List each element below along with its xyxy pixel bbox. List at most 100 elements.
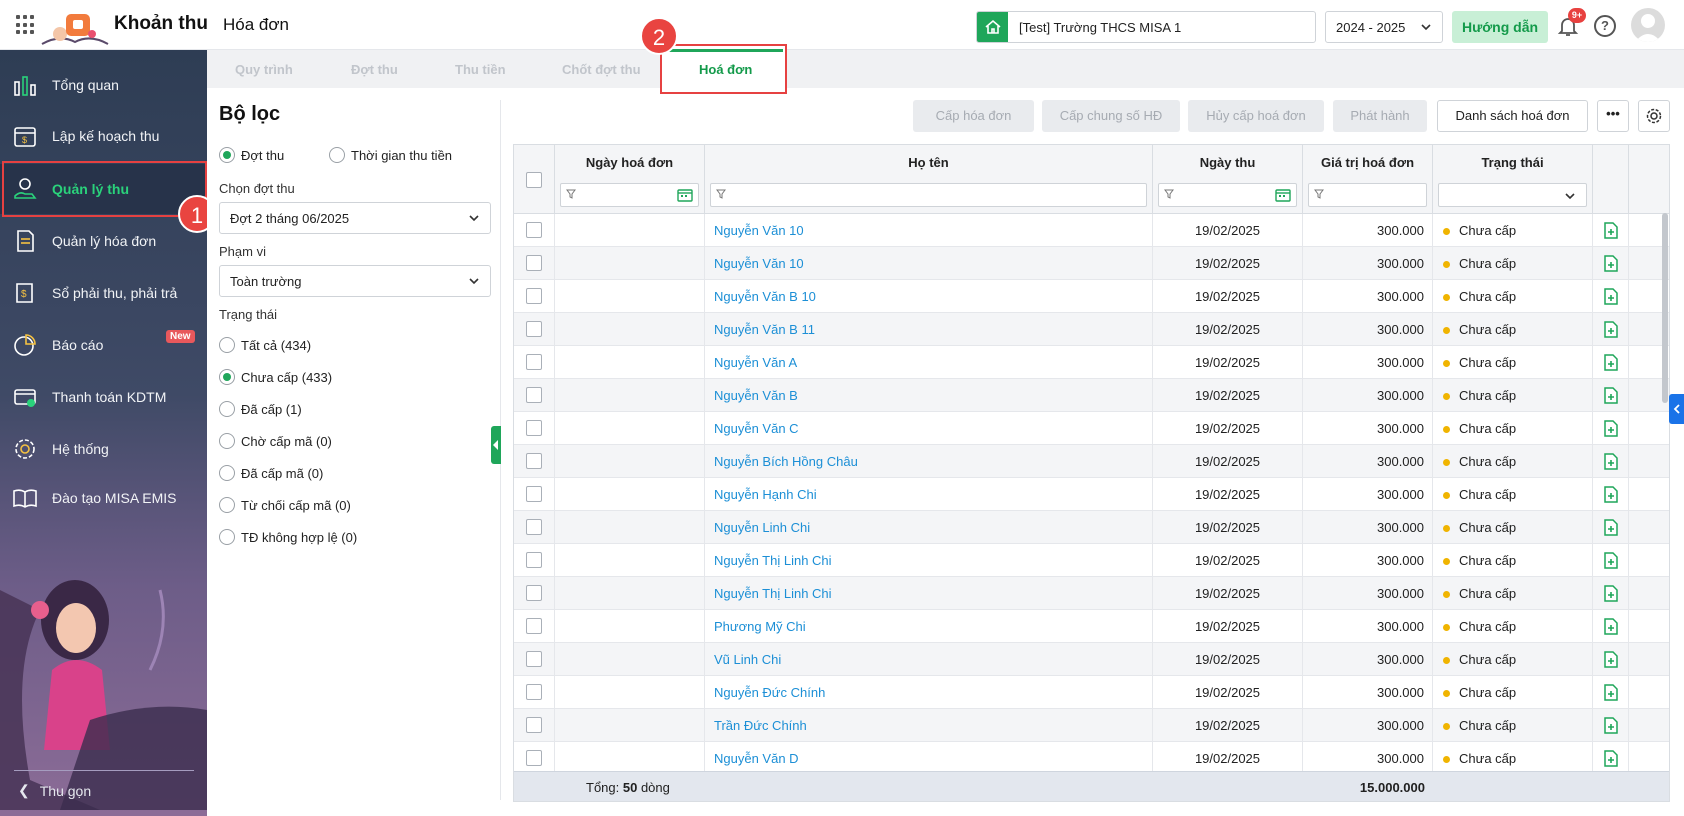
select-all-checkbox[interactable]: [526, 172, 542, 188]
sidebar-item-system[interactable]: Hệ thống: [0, 424, 207, 474]
tab-collection-period[interactable]: Đợt thu: [351, 62, 398, 77]
sidebar-item-overview[interactable]: Tổng quan: [0, 60, 207, 110]
invoice-list-button[interactable]: Danh sách hoá đơn: [1437, 100, 1588, 132]
school-year-select[interactable]: 2024 - 2025: [1325, 11, 1443, 43]
status-option-code-issued[interactable]: Đã cấp mã (0): [219, 465, 323, 481]
row-checkbox[interactable]: [526, 717, 542, 733]
issue-invoice-icon[interactable]: [1604, 684, 1618, 701]
table-row[interactable]: Nguyễn Văn C 19/02/2025 300.000 Chưa cấp: [514, 412, 1669, 445]
row-checkbox[interactable]: [526, 552, 542, 568]
collection-date-filter[interactable]: [1158, 183, 1297, 207]
table-row[interactable]: Trần Đức Chính 19/02/2025 300.000 Chưa cấp: [514, 709, 1669, 742]
issue-invoice-icon[interactable]: [1604, 321, 1618, 338]
app-grid-icon[interactable]: [16, 15, 36, 35]
full-name-filter[interactable]: [710, 183, 1147, 207]
user-avatar[interactable]: [1631, 8, 1665, 42]
row-checkbox[interactable]: [526, 222, 542, 238]
row-checkbox[interactable]: [526, 387, 542, 403]
period-select[interactable]: Đợt 2 tháng 06/2025: [219, 202, 491, 234]
row-checkbox[interactable]: [526, 585, 542, 601]
sidebar-item-training[interactable]: Đào tạo MISA EMIS: [0, 473, 207, 523]
school-selector[interactable]: [Test] Trường THCS MISA 1: [976, 11, 1316, 43]
row-checkbox[interactable]: [526, 651, 542, 667]
more-options-icon[interactable]: •••: [1597, 100, 1629, 132]
filter-mode-time[interactable]: Thời gian thu tiền: [329, 147, 452, 163]
expand-right-panel-button[interactable]: [1669, 394, 1684, 424]
issue-invoice-icon[interactable]: [1604, 585, 1618, 602]
sidebar-item-cashless-payment[interactable]: Thanh toán KDTM: [0, 372, 207, 422]
status-option-invalid[interactable]: TĐ không hợp lệ (0): [219, 529, 357, 545]
student-name-link[interactable]: Nguyễn Đức Chính: [714, 685, 825, 700]
student-name-link[interactable]: Trần Đức Chính: [714, 718, 807, 733]
issue-invoice-icon[interactable]: [1604, 486, 1618, 503]
table-row[interactable]: Nguyễn Văn B 19/02/2025 300.000 Chưa cấp: [514, 379, 1669, 412]
issue-invoice-button[interactable]: Cấp hóa đơn: [913, 100, 1034, 132]
sidebar-item-reports[interactable]: Báo cáo: [0, 320, 207, 370]
sidebar-item-invoice-management[interactable]: Quản lý hóa đơn: [0, 216, 207, 266]
row-checkbox[interactable]: [526, 321, 542, 337]
tab-collect-money[interactable]: Thu tiền: [455, 62, 506, 77]
sidebar-item-revenue-management[interactable]: Quản lý thu: [0, 164, 207, 214]
collapse-filter-button[interactable]: [491, 426, 501, 464]
student-name-link[interactable]: Nguyễn Văn B: [714, 388, 798, 403]
row-checkbox[interactable]: [526, 519, 542, 535]
issue-invoice-icon[interactable]: [1604, 288, 1618, 305]
table-row[interactable]: Nguyễn Văn B 10 19/02/2025 300.000 Chưa cấp: [514, 280, 1669, 313]
calendar-icon[interactable]: [1275, 188, 1291, 202]
table-row[interactable]: Nguyễn Đức Chính 19/02/2025 300.000 Chưa cấ…: [514, 676, 1669, 709]
table-row[interactable]: Nguyễn Văn 10 19/02/2025 300.000 Chưa cấp: [514, 214, 1669, 247]
publish-button[interactable]: Phát hành: [1333, 100, 1427, 132]
issue-invoice-icon[interactable]: [1604, 651, 1618, 668]
table-row[interactable]: Nguyễn Văn 10 19/02/2025 300.000 Chưa cấp: [514, 247, 1669, 280]
issue-invoice-icon[interactable]: [1604, 519, 1618, 536]
table-row[interactable]: Nguyễn Hạnh Chi 19/02/2025 300.000 Chưa cấp: [514, 478, 1669, 511]
invoice-value-filter[interactable]: [1308, 183, 1427, 207]
row-checkbox[interactable]: [526, 486, 542, 502]
scope-select[interactable]: Toàn trường: [219, 265, 491, 297]
student-name-link[interactable]: Nguyễn Văn B 10: [714, 289, 816, 304]
status-option-all[interactable]: Tất cả (434): [219, 337, 311, 353]
student-name-link[interactable]: Nguyễn Văn 10: [714, 223, 804, 238]
sidebar-item-planning[interactable]: $ Lập kế hoạch thu: [0, 111, 207, 161]
student-name-link[interactable]: Nguyễn Văn B 11: [714, 322, 815, 337]
table-row[interactable]: Phương Mỹ Chi 19/02/2025 300.000 Chưa cấp: [514, 610, 1669, 643]
row-checkbox[interactable]: [526, 453, 542, 469]
table-row[interactable]: Vũ Linh Chi 19/02/2025 300.000 Chưa cấp: [514, 643, 1669, 676]
row-checkbox[interactable]: [526, 750, 542, 766]
issue-invoice-icon[interactable]: [1604, 222, 1618, 239]
table-scrollbar[interactable]: [1662, 213, 1668, 403]
collapse-sidebar-button[interactable]: ❮ Thu gọn: [18, 782, 91, 799]
table-row[interactable]: Nguyễn Thị Linh Chi 19/02/2025 300.000 Chưa…: [514, 544, 1669, 577]
student-name-link[interactable]: Nguyễn Văn 10: [714, 256, 804, 271]
student-name-link[interactable]: Nguyễn Văn A: [714, 355, 797, 370]
row-checkbox[interactable]: [526, 288, 542, 304]
settings-gear-icon[interactable]: [1638, 100, 1670, 132]
cancel-invoice-button[interactable]: Hủy cấp hoá đơn: [1188, 100, 1324, 132]
sidebar-item-receivables-ledger[interactable]: $ Sổ phải thu, phải trả: [0, 268, 207, 318]
guide-button[interactable]: Hướng dẫn: [1452, 11, 1548, 43]
issue-invoice-icon[interactable]: [1604, 420, 1618, 437]
calendar-icon[interactable]: [677, 188, 693, 202]
status-filter-select[interactable]: [1438, 183, 1587, 207]
status-option-code-rejected[interactable]: Từ chối cấp mã (0): [219, 497, 351, 513]
table-row[interactable]: Nguyễn Bích Hồng Châu 19/02/2025 300.000 Ch…: [514, 445, 1669, 478]
row-checkbox[interactable]: [526, 420, 542, 436]
student-name-link[interactable]: Nguyễn Văn D: [714, 751, 799, 766]
issue-invoice-icon[interactable]: [1604, 750, 1618, 767]
row-checkbox[interactable]: [526, 354, 542, 370]
invoice-date-filter[interactable]: [560, 183, 699, 207]
filter-mode-period[interactable]: Đợt thu: [219, 147, 284, 163]
issue-invoice-icon[interactable]: [1604, 618, 1618, 635]
issue-invoice-icon[interactable]: [1604, 387, 1618, 404]
student-name-link[interactable]: Vũ Linh Chi: [714, 652, 781, 667]
student-name-link[interactable]: Nguyễn Bích Hồng Châu: [714, 454, 858, 469]
table-row[interactable]: Nguyễn Thị Linh Chi 19/02/2025 300.000 Chưa…: [514, 577, 1669, 610]
issue-invoice-icon[interactable]: [1604, 255, 1618, 272]
status-option-waiting-code[interactable]: Chờ cấp mã (0): [219, 433, 332, 449]
status-option-issued[interactable]: Đã cấp (1): [219, 401, 302, 417]
student-name-link[interactable]: Phương Mỹ Chi: [714, 619, 806, 634]
student-name-link[interactable]: Nguyễn Văn C: [714, 421, 799, 436]
student-name-link[interactable]: Nguyễn Thị Linh Chi: [714, 586, 832, 601]
issue-invoice-icon[interactable]: [1604, 552, 1618, 569]
row-checkbox[interactable]: [526, 618, 542, 634]
